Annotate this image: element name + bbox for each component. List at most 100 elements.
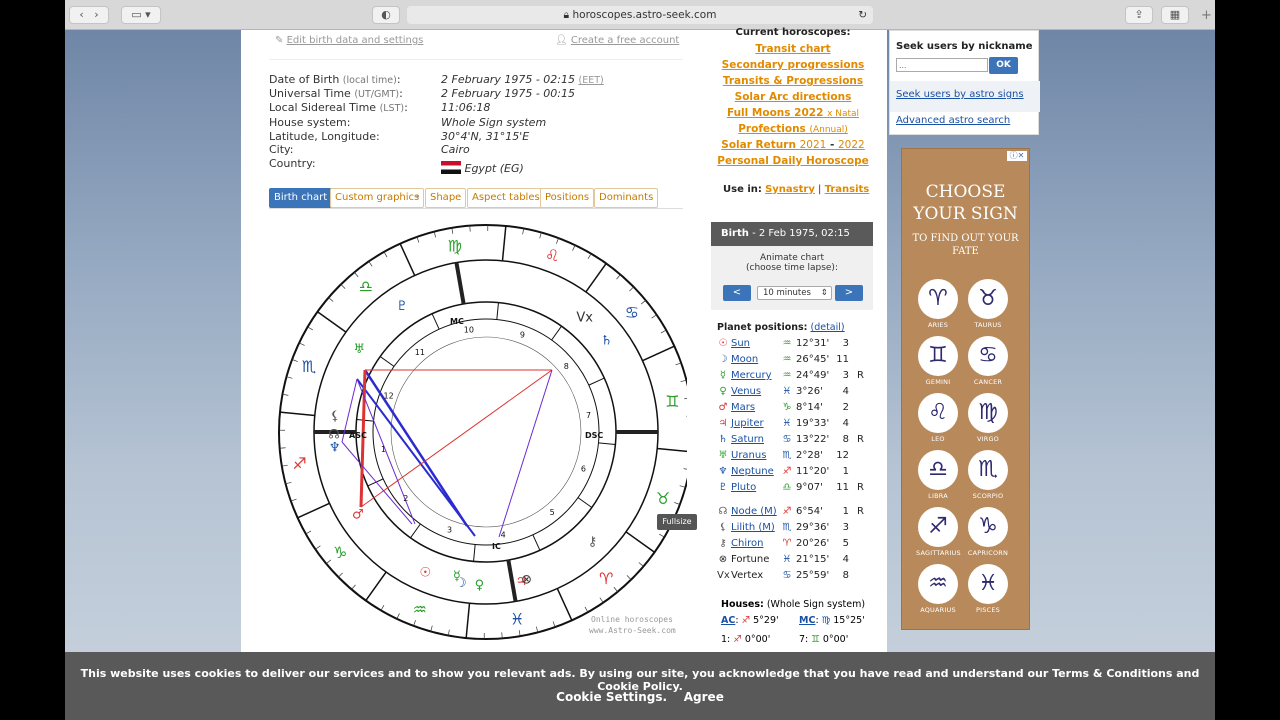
planet-name-link[interactable]: Moon bbox=[731, 354, 758, 365]
planet-row: ♆ Neptune ♐ 11°20' 1 bbox=[711, 466, 875, 482]
advanced-search-link[interactable]: Advanced astro search bbox=[896, 115, 1010, 126]
planet-name-link[interactable]: Chiron bbox=[731, 538, 763, 549]
seek-by-signs-link[interactable]: Seek users by astro signs bbox=[896, 89, 1024, 100]
planet-name-link[interactable]: Lilith (M) bbox=[731, 522, 775, 533]
link-profections[interactable]: Profections (Annual) bbox=[711, 123, 875, 135]
time-lapse-select[interactable]: 10 minutes ⇕ bbox=[757, 286, 832, 300]
link-solar-arc[interactable]: Solar Arc directions bbox=[711, 91, 875, 103]
edit-birth-data-link[interactable]: ✎ Edit birth data and settings bbox=[275, 35, 423, 46]
planet-name-link[interactable]: Mercury bbox=[731, 370, 772, 381]
dsc-label: DSC bbox=[585, 431, 603, 440]
planet-wheel-glyph[interactable]: ♄ bbox=[601, 333, 613, 348]
url-bar[interactable]: 🔒︎ horoscopes.astro-seek.com ↻ bbox=[407, 6, 873, 24]
chevron-left-icon[interactable]: ‹ bbox=[79, 8, 83, 21]
tab-custom-graphics[interactable]: Custom graphics bbox=[330, 188, 425, 208]
ad-choices-icon[interactable]: ⓘ✕ bbox=[1007, 151, 1027, 161]
ad-sign-pisces[interactable]: ♓ PISCES bbox=[966, 564, 1010, 614]
planet-name-link[interactable]: Uranus bbox=[731, 450, 766, 461]
ad-sign-capricorn[interactable]: ♑ CAPRICORN bbox=[966, 507, 1010, 557]
sign-glyph-icon: ♓ bbox=[782, 418, 792, 429]
sidebar-toggle-button[interactable]: ▭ ▾ bbox=[121, 6, 161, 24]
privacy-shield-button[interactable]: ◐ bbox=[372, 6, 400, 24]
planet-wheel-glyph[interactable]: ♂ bbox=[352, 508, 364, 523]
link-transit-chart[interactable]: Transit chart bbox=[711, 43, 875, 55]
natal-chart-wheel[interactable]: ASC DSC MC IC 123456789101112 ♈♉♊♋♌♍♎♏♐♑… bbox=[267, 224, 687, 644]
animate-next-button[interactable]: > bbox=[835, 285, 863, 301]
planet-name-link[interactable]: Node (M) bbox=[731, 506, 777, 517]
planet-wheel-glyph[interactable]: ♇ bbox=[396, 299, 408, 314]
advertisement[interactable]: ⓘ✕ CHOOSE YOUR SIGN TO FIND OUT YOUR FAT… bbox=[901, 148, 1030, 630]
info-row-ut: Universal Time (UT/GMT): bbox=[269, 87, 403, 100]
ok-button[interactable]: OK bbox=[989, 57, 1018, 74]
planet-name-link[interactable]: Mars bbox=[731, 402, 755, 413]
ad-sign-taurus[interactable]: ♉ TAURUS bbox=[966, 279, 1010, 329]
link-transits-progressions[interactable]: Transits & Progressions bbox=[711, 75, 875, 87]
nickname-input[interactable] bbox=[896, 58, 988, 72]
ad-sign-cancer[interactable]: ♋ CANCER bbox=[966, 336, 1010, 386]
planet-name-link[interactable]: Pluto bbox=[731, 482, 756, 493]
ad-sign-scorpio[interactable]: ♏ SCORPIO bbox=[966, 450, 1010, 500]
agree-button[interactable]: Agree bbox=[684, 690, 724, 704]
ad-sign-gemini[interactable]: ♊ GEMINI bbox=[916, 336, 960, 386]
create-account-link[interactable]: 👤︎ Create a free account bbox=[555, 35, 679, 46]
tab-shape[interactable]: Shape bbox=[425, 188, 467, 208]
link-daily-horoscope[interactable]: Personal Daily Horoscope bbox=[711, 155, 875, 167]
ad-sign-libra[interactable]: ♎ LIBRA bbox=[916, 450, 960, 500]
tab-dominants[interactable]: Dominants bbox=[594, 188, 659, 208]
planet-wheel-glyph[interactable]: ♀ bbox=[475, 578, 485, 593]
planet-degree: 2°28' bbox=[796, 450, 823, 461]
ad-sign-virgo[interactable]: ♍ VIRGO bbox=[966, 393, 1010, 443]
planet-name-link[interactable]: Venus bbox=[731, 386, 761, 397]
zodiac-sign-glyph: ♌ bbox=[545, 246, 559, 265]
chevron-right-icon[interactable]: › bbox=[94, 8, 98, 21]
link-solar-return[interactable]: Solar Return 2021 - 2022 bbox=[711, 139, 875, 151]
planet-wheel-glyph[interactable]: ☊ bbox=[328, 427, 340, 442]
planet-name-link[interactable]: Jupiter bbox=[731, 418, 764, 429]
reload-icon[interactable]: ↻ bbox=[858, 6, 867, 24]
link-synastry[interactable]: Synastry bbox=[765, 184, 815, 195]
link-secondary-progressions[interactable]: Secondary progressions bbox=[711, 59, 875, 71]
planet-glyph-icon: ⚸ bbox=[719, 522, 727, 533]
planet-name-link[interactable]: Saturn bbox=[731, 434, 764, 445]
planet-detail-link[interactable]: (detail) bbox=[811, 322, 845, 333]
use-in-row: Use in: Synastry | Transits bbox=[723, 184, 870, 195]
planet-wheel-glyph[interactable]: ♆ bbox=[329, 441, 341, 456]
ad-sign-aries[interactable]: ♈ ARIES bbox=[916, 279, 960, 329]
planet-row: ♄ Saturn ♋ 13°22' 8 R bbox=[711, 434, 875, 450]
cookie-actions: Cookie Settings. Agree bbox=[65, 690, 1215, 704]
planet-wheel-glyph[interactable]: ⊗ bbox=[521, 572, 532, 587]
new-tab-icon[interactable]: + bbox=[1201, 8, 1212, 23]
add-user-icon: 👤︎ bbox=[555, 35, 568, 46]
planet-house: 3 bbox=[842, 370, 849, 381]
mc-link[interactable]: MC bbox=[799, 615, 815, 626]
planet-glyph-icon: ♄ bbox=[718, 434, 728, 445]
planet-wheel-glyph[interactable]: ☿ bbox=[453, 569, 461, 584]
animate-prev-button[interactable]: < bbox=[723, 285, 751, 301]
planet-wheel-glyph[interactable]: ⚷ bbox=[588, 534, 598, 549]
tab-birth-chart[interactable]: Birth chart bbox=[269, 188, 333, 208]
link-transits[interactable]: Transits bbox=[825, 184, 870, 195]
zodiac-icon: ♊ bbox=[918, 336, 958, 376]
fullsize-button[interactable]: Fullsize bbox=[657, 514, 697, 530]
planet-wheel-glyph[interactable]: ♅ bbox=[353, 342, 365, 357]
ad-sign-aquarius[interactable]: ♒ AQUARIUS bbox=[916, 564, 960, 614]
planet-name-link[interactable]: Neptune bbox=[731, 466, 774, 477]
planet-wheel-glyph[interactable]: Vx bbox=[576, 310, 593, 325]
ad-sign-leo[interactable]: ♌ LEO bbox=[916, 393, 960, 443]
ac-link[interactable]: AC bbox=[721, 615, 735, 626]
tabs-overview-button[interactable]: ▦ bbox=[1161, 6, 1189, 24]
planet-name-link[interactable]: Sun bbox=[731, 338, 750, 349]
lock-icon: 🔒︎ bbox=[563, 9, 570, 21]
planet-wheel-glyph[interactable]: ☉ bbox=[420, 565, 432, 580]
cookie-settings-link[interactable]: Cookie Settings. bbox=[556, 690, 667, 704]
planet-house: 8 bbox=[842, 570, 849, 581]
share-button[interactable]: ⇪ bbox=[1125, 6, 1153, 24]
tab-aspect-tables[interactable]: Aspect tables bbox=[467, 188, 545, 208]
sign-glyph-icon: ♓ bbox=[782, 554, 792, 565]
link-full-moons[interactable]: Full Moons 2022 x Natal bbox=[711, 107, 875, 119]
back-forward-buttons[interactable]: ‹ › bbox=[69, 6, 109, 24]
ad-sign-sagittarius[interactable]: ♐ SAGITTARIUS bbox=[916, 507, 961, 557]
planet-wheel-glyph[interactable]: ⚸ bbox=[330, 409, 340, 424]
tab-positions[interactable]: Positions bbox=[540, 188, 595, 208]
info-value-ut: 2 February 1975 - 00:15 bbox=[441, 87, 575, 100]
